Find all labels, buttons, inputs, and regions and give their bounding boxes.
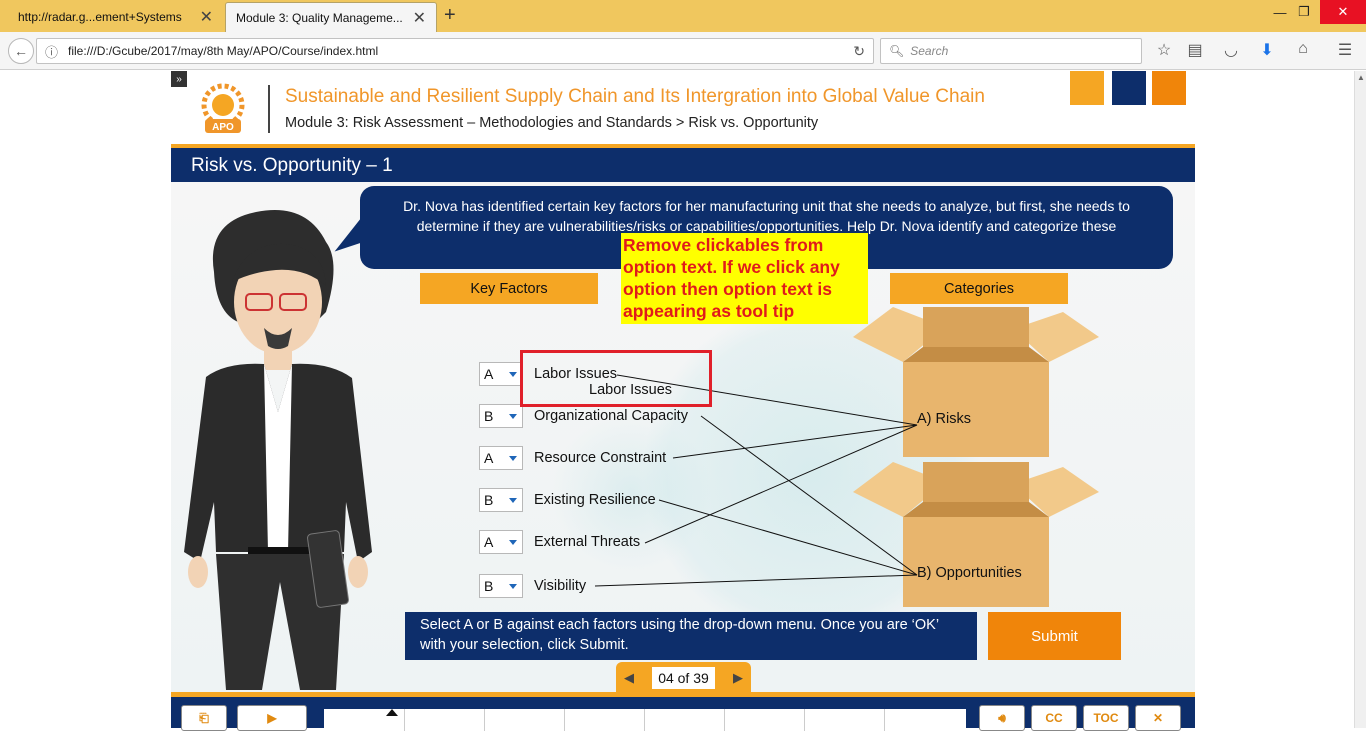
expand-menu-button[interactable]: » [171, 71, 187, 87]
chevron-down-icon [509, 540, 517, 545]
tab-label: http://radar.g...ement+Systems [18, 10, 182, 24]
browser-tab-active[interactable]: Module 3: Quality Manageme... ✕ [225, 2, 437, 32]
pocket-icon[interactable]: ◡ [1220, 40, 1242, 60]
audio-button[interactable]: 🔊︎ [979, 705, 1025, 731]
info-icon[interactable]: ⓘ [45, 42, 58, 61]
factor-label: Existing Resilience [534, 492, 656, 508]
player-footer: ⎗ ▶ 🔊︎ CC TOC ✕ [171, 692, 1195, 731]
exit-button[interactable]: ⎗ [181, 705, 227, 731]
download-icon[interactable]: ⬇ [1256, 40, 1278, 60]
factor-label: Resource Constraint [534, 450, 667, 466]
course-title: Sustainable and Resilient Supply Chain a… [285, 86, 985, 107]
dropdown-value: A [484, 450, 494, 466]
next-page-icon[interactable]: ▶ [733, 670, 743, 686]
search-icon: 🔍︎ [889, 44, 905, 58]
brand-square [1152, 71, 1186, 105]
brand-square [1070, 71, 1104, 105]
previous-page-icon[interactable]: ◀ [624, 670, 634, 686]
chevron-down-icon [509, 456, 517, 461]
apo-logo: APO [201, 83, 245, 133]
scrollbar[interactable]: ▲ [1354, 71, 1366, 728]
url-bar[interactable]: ⓘ file:///D:/Gcube/2017/may/8th May/APO/… [36, 38, 874, 64]
exit-icon: ⎗ [199, 710, 209, 725]
submit-button[interactable]: Submit [988, 612, 1121, 660]
dropdown-value: A [484, 534, 494, 550]
browser-tab[interactable]: http://radar.g...ement+Systems ✕ [8, 2, 223, 32]
double-chevron-right-icon: » [176, 73, 182, 85]
opportunities-box-image [853, 462, 1099, 607]
reload-icon[interactable]: ↻ [853, 43, 865, 60]
dropdown-value: B [484, 492, 494, 508]
page-content: ▲ APO Sustainable and Resilient Supply C… [0, 71, 1366, 731]
restore-button[interactable]: ❐ [1290, 0, 1318, 24]
slide-stage: Dr. Nova has identified certain key fact… [171, 182, 1195, 692]
play-button[interactable]: ▶ [237, 705, 307, 731]
factor-row: B Visibility [479, 573, 586, 599]
course-header: APO Sustainable and Resilient Supply Cha… [171, 71, 1195, 144]
logo-text: APO [212, 122, 234, 133]
page-navigator: ◀ 04 of 39 ▶ [616, 662, 751, 692]
instruction-text: Select A or B against each factors using… [405, 612, 977, 660]
brand-square [1112, 71, 1146, 105]
reading-list-icon[interactable]: ▤ [1184, 40, 1206, 60]
category-risks: A) Risks [917, 411, 971, 427]
choice-dropdown[interactable]: A [479, 362, 523, 386]
slide-title: Risk vs. Opportunity – 1 [191, 155, 393, 176]
choice-dropdown[interactable]: A [479, 530, 523, 554]
chevron-down-icon [509, 414, 517, 419]
choice-dropdown[interactable]: B [479, 488, 523, 512]
scroll-up-icon[interactable]: ▲ [1357, 73, 1365, 82]
factor-label: External Threats [534, 534, 641, 550]
close-icon: ✕ [1152, 711, 1164, 725]
risks-box-image [853, 307, 1099, 457]
bookmark-star-icon[interactable]: ☆ [1153, 40, 1175, 60]
review-highlight-box [520, 350, 712, 407]
search-placeholder: Search [910, 44, 949, 58]
progress-marker[interactable] [386, 709, 398, 716]
review-note: Remove clickables from option text. If w… [621, 233, 868, 324]
choice-dropdown[interactable]: A [479, 446, 523, 470]
page-counter: 04 of 39 [652, 666, 715, 689]
dropdown-value: B [484, 408, 494, 424]
slide-title-bar: Risk vs. Opportunity – 1 [171, 144, 1195, 182]
play-icon: ▶ [267, 711, 277, 725]
close-icon[interactable]: ✕ [413, 8, 426, 28]
url-text: file:///D:/Gcube/2017/may/8th May/APO/Co… [68, 44, 379, 58]
breadcrumb: Module 3: Risk Assessment – Methodologie… [285, 115, 819, 131]
captions-button[interactable]: CC [1031, 705, 1077, 731]
factor-label: Visibility [534, 578, 587, 594]
menu-icon[interactable]: ☰ [1334, 40, 1356, 60]
category-opportunities: B) Opportunities [917, 565, 1022, 581]
toc-label: TOC [1093, 711, 1119, 725]
factor-row: A Resource Constraint [479, 445, 666, 471]
factor-label: Organizational Capacity [534, 408, 688, 424]
browser-nav-bar: ← ⓘ file:///D:/Gcube/2017/may/8th May/AP… [0, 32, 1366, 70]
close-icon[interactable]: ✕ [200, 7, 213, 27]
toc-button[interactable]: TOC [1083, 705, 1129, 731]
factor-row: A External Threats [479, 529, 640, 555]
home-icon[interactable]: ⌂ [1292, 40, 1314, 58]
categories-header: Categories [890, 273, 1068, 304]
factor-row: B Existing Resilience [479, 487, 656, 513]
browser-tab-bar: http://radar.g...ement+Systems ✕ Module … [0, 0, 1366, 32]
header-divider [268, 85, 270, 133]
chevron-down-icon [509, 498, 517, 503]
chevron-down-icon [509, 372, 517, 377]
new-tab-button[interactable]: + [444, 4, 456, 27]
choice-dropdown[interactable]: B [479, 574, 523, 598]
tab-label: Module 3: Quality Manageme... [236, 10, 403, 25]
course-player: APO Sustainable and Resilient Supply Cha… [171, 71, 1195, 731]
captions-label: CC [1045, 711, 1063, 725]
choice-dropdown[interactable]: B [479, 404, 523, 428]
key-factors-header: Key Factors [420, 273, 598, 304]
chevron-down-icon [509, 584, 517, 589]
window-close-button[interactable]: ✕ [1320, 0, 1366, 24]
search-input[interactable]: 🔍︎ Search [880, 38, 1142, 64]
dropdown-value: A [484, 366, 494, 382]
dropdown-value: B [484, 578, 494, 594]
close-button[interactable]: ✕ [1135, 705, 1181, 731]
back-button[interactable]: ← [8, 38, 34, 64]
dr-nova-character [184, 210, 372, 690]
speaker-icon: 🔊︎ [998, 710, 1006, 725]
